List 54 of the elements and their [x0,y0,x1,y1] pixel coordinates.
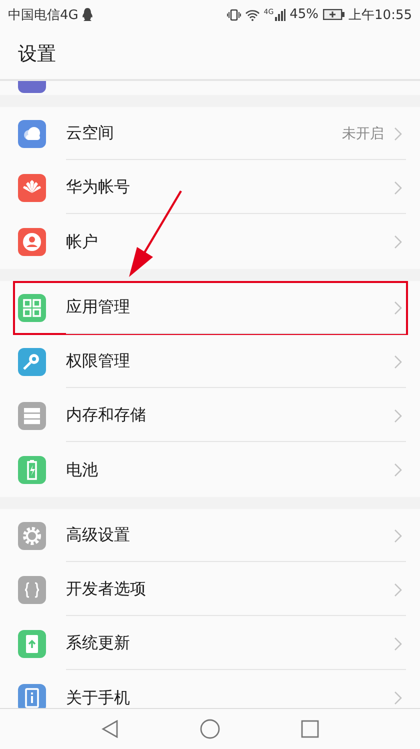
key-icon [18,348,46,376]
chevron-icon [394,180,402,194]
chevron-icon [394,235,402,249]
settings-row[interactable]: 高级设置 [13,509,408,563]
settings-row[interactable]: 电池 [13,443,408,497]
battery-icon [18,456,46,484]
grid-icon [18,294,46,322]
settings-row[interactable]: 云空间 未开启 [13,107,408,161]
wifi-icon [244,8,260,20]
row-label: 内存和存储 [66,405,147,426]
settings-row[interactable]: 帐户 [13,215,408,269]
clock: 上午10:55 [348,6,412,24]
page-title: 设置 [18,42,56,67]
row-label: 高级设置 [66,525,131,546]
chevron-icon [394,408,402,422]
battery-icon [322,9,345,20]
recent-apps-icon[interactable] [301,720,320,738]
signal-icon [274,8,286,20]
row-label: 电池 [66,460,99,480]
settings-row[interactable]: 开发者选项 [13,563,408,617]
settings-row[interactable]: 权限管理 [13,335,408,389]
chevron-icon [394,528,402,542]
settings-icon [18,522,46,550]
back-icon[interactable] [100,720,119,738]
row-label: 系统更新 [66,633,131,654]
row-label: 开发者选项 [66,579,147,600]
phone-upload-icon [18,630,46,658]
row-label: 应用管理 [66,297,131,318]
penguin-icon [82,8,94,21]
storage-icon [18,402,46,430]
row-label: 华为帐号 [66,177,131,198]
chevron-icon [394,126,402,140]
chevron-icon [394,582,402,596]
cloud-icon [18,120,46,148]
row-label: 帐户 [66,232,99,252]
chevron-icon [394,463,402,477]
battery-percent: 45% [290,7,319,22]
chevron-icon [394,354,402,368]
vibrate-icon [226,8,241,20]
row-label: 权限管理 [66,351,131,372]
home-icon[interactable] [200,719,220,739]
person-icon [18,228,46,256]
petals-icon [18,174,46,202]
chevron-icon [394,691,402,705]
settings-row[interactable]: 内存和存储 [13,389,408,443]
row-label: 云空间 [66,123,115,144]
carrier-label: 中国电信4G [8,6,78,24]
braces-icon [18,576,46,604]
chevron-icon [394,636,402,650]
row-label: 关于手机 [66,688,131,708]
settings-row[interactable]: 华为帐号 [13,161,408,215]
row-status: 未开启 [342,124,384,142]
settings-row[interactable]: 系统更新 [13,617,408,671]
chevron-icon [394,300,402,314]
